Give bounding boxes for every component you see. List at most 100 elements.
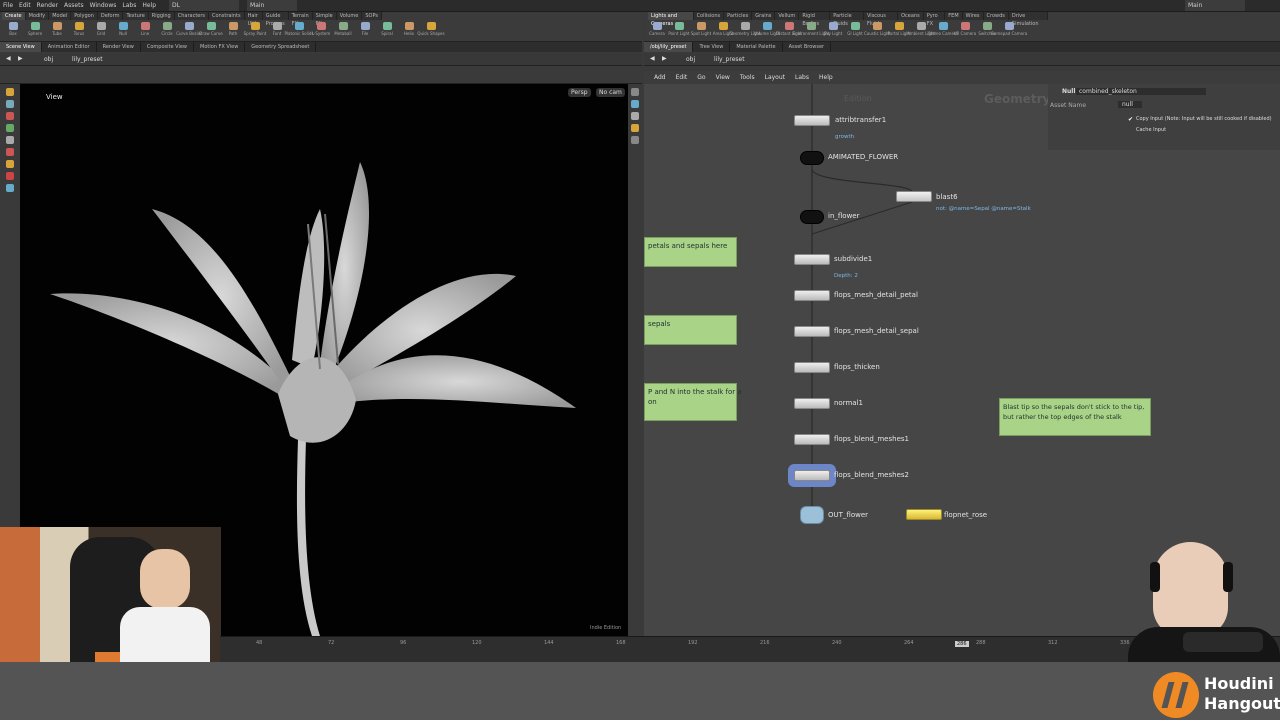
net-menu-help[interactable]: Help <box>814 71 838 84</box>
shelf-tab[interactable]: Terrain FX <box>289 12 313 27</box>
shelf-tool[interactable]: Sky Light <box>822 21 844 41</box>
shelf-tab[interactable]: Pyro FX <box>924 12 946 27</box>
shelf-tool[interactable]: Camera <box>646 21 668 41</box>
shelf-tab[interactable]: Particles <box>724 12 753 20</box>
shelf-tool[interactable]: Grid <box>90 21 112 41</box>
menu-labs[interactable]: Labs <box>119 0 139 11</box>
shelf-tool[interactable]: Spot Light <box>690 21 712 41</box>
shelf-tool[interactable]: Curve Bezier <box>176 21 202 41</box>
forward-arrow-icon[interactable]: ▶ <box>662 55 667 62</box>
node-in-flower[interactable] <box>800 210 824 224</box>
rotate-icon[interactable] <box>6 112 14 120</box>
shelf-tab[interactable]: Create <box>2 12 26 20</box>
node-attribtransfer1[interactable] <box>794 115 830 126</box>
path-lily[interactable]: lily_preset <box>714 56 745 63</box>
shelf-tool[interactable]: Point Light <box>668 21 690 41</box>
shelf-tool[interactable]: Path <box>222 21 244 41</box>
shelf-tool[interactable]: VR Camera <box>954 21 976 41</box>
shelf-tab[interactable]: Polygon <box>71 12 98 20</box>
shelf-tool[interactable]: Spray Paint <box>244 21 266 41</box>
shelf-tab[interactable]: Texture <box>123 12 149 20</box>
node-out-flower[interactable] <box>800 506 824 524</box>
shelf-tool[interactable]: Spiral <box>376 21 398 41</box>
shelf-tab[interactable]: Modify <box>26 12 50 20</box>
shelf-tab[interactable]: Rigging <box>149 12 175 20</box>
menu-edit[interactable]: Edit <box>16 0 34 11</box>
shelf-tool[interactable]: File <box>354 21 376 41</box>
shelf-tool[interactable]: Sphere <box>24 21 46 41</box>
node-flops-mesh-detail-petal[interactable] <box>794 290 830 301</box>
shelf-tab[interactable]: Hair Utils <box>245 12 263 27</box>
view-icon[interactable] <box>6 184 14 192</box>
tab-render-view[interactable]: Render View <box>97 42 141 52</box>
shelf-tab[interactable]: FEM <box>945 12 963 20</box>
shelf-tool[interactable]: Quick Shapes <box>417 21 445 41</box>
net-menu-labs[interactable]: Labs <box>790 71 814 84</box>
node-normal1[interactable] <box>794 398 830 409</box>
handle-icon[interactable] <box>6 136 14 144</box>
path-obj[interactable]: obj <box>686 56 695 63</box>
shelf-tab[interactable]: Characters <box>175 12 210 20</box>
shelf-tool[interactable]: L-System <box>310 21 332 41</box>
pose-icon[interactable] <box>6 148 14 156</box>
net-menu-add[interactable]: Add <box>644 71 671 84</box>
display-option-icon[interactable] <box>631 88 639 96</box>
camera-icon[interactable] <box>631 136 639 144</box>
shelf-tool[interactable]: Platonic Solids <box>285 21 313 41</box>
tab-tree-view[interactable]: Tree View <box>693 42 731 52</box>
shelf-tool[interactable]: Gamepad Camera <box>991 21 1027 41</box>
shelf-tab[interactable]: Volume <box>337 12 363 20</box>
menu-help[interactable]: Help <box>139 0 159 11</box>
shading-icon[interactable] <box>631 112 639 120</box>
shelf-tool[interactable]: Circle <box>156 21 178 41</box>
node-flopnet-rose[interactable] <box>906 509 942 520</box>
asset-name-field[interactable]: null <box>1118 101 1142 108</box>
forward-arrow-icon[interactable]: ▶ <box>18 55 23 62</box>
lighting-icon[interactable] <box>631 124 639 132</box>
shelf-tab[interactable]: Deform <box>98 12 124 20</box>
shelf-tool[interactable]: Metaball <box>332 21 354 41</box>
sticky-note[interactable]: Blast tip so the sepals don't stick to t… <box>999 398 1151 436</box>
move-icon[interactable] <box>6 100 14 108</box>
shelf-tab[interactable]: Lights and Cameras <box>648 12 694 27</box>
desktop-select[interactable]: DL <box>169 0 240 11</box>
node-flops-blend-meshes2[interactable] <box>794 470 830 481</box>
shelf-tool[interactable]: Stereo Camera <box>928 21 958 41</box>
shelf-tool[interactable]: Torus <box>68 21 90 41</box>
shelf-tab[interactable]: Guide Process <box>263 12 289 27</box>
node-animated-flower[interactable] <box>800 151 824 165</box>
tab-scene-view[interactable]: Scene View <box>0 42 42 52</box>
sticky-note[interactable]: sepals <box>644 315 737 345</box>
node-name-field[interactable]: combined_skeleton <box>1076 88 1206 95</box>
shelf-tab[interactable]: Particle Fluids <box>830 12 864 27</box>
shelf-tool[interactable]: Environment Light <box>793 21 829 41</box>
tab-network[interactable]: /obj/lily_preset <box>644 42 694 52</box>
shelf-tab[interactable]: Grains <box>752 12 776 20</box>
shelf-tool[interactable]: Draw Curve <box>199 21 223 41</box>
menu-file[interactable]: File <box>0 0 16 11</box>
tab-composite-view[interactable]: Composite View <box>141 42 194 52</box>
shelf-tool[interactable]: Line <box>134 21 156 41</box>
shelf-tab[interactable]: Rigid Bodies <box>799 12 831 27</box>
node-flops-mesh-detail-sepal[interactable] <box>794 326 830 337</box>
shelf-tab[interactable]: Model <box>49 12 72 20</box>
back-arrow-icon[interactable]: ◀ <box>6 55 11 62</box>
shelf-tool[interactable]: Geometry Light <box>729 21 761 41</box>
node-blast6[interactable] <box>896 191 932 202</box>
shelf-tab[interactable]: Oceans <box>898 12 924 20</box>
current-frame-marker[interactable]: 286 <box>955 641 969 647</box>
magnet-icon[interactable] <box>6 172 14 180</box>
main-desk-tab[interactable]: Main <box>247 0 298 11</box>
path-obj[interactable]: obj <box>44 56 53 63</box>
select-icon[interactable] <box>6 88 14 96</box>
timeline[interactable]: 48 72 96 120 144 168 192 216 240 264 288 312 336 286 <box>220 636 1280 662</box>
node-subdivide1[interactable] <box>794 254 830 265</box>
menu-windows[interactable]: Windows <box>87 0 120 11</box>
shelf-tool[interactable]: Caustic Light <box>864 21 890 41</box>
path-lily[interactable]: lily_preset <box>72 56 103 63</box>
sticky-note[interactable]: petals and sepals here <box>644 237 737 267</box>
shelf-tab[interactable]: Simple FX <box>313 12 337 27</box>
net-menu-go[interactable]: Go <box>692 71 710 84</box>
shelf-tab[interactable]: Wires <box>963 12 984 20</box>
shelf-tab[interactable]: Crowds <box>984 12 1009 20</box>
